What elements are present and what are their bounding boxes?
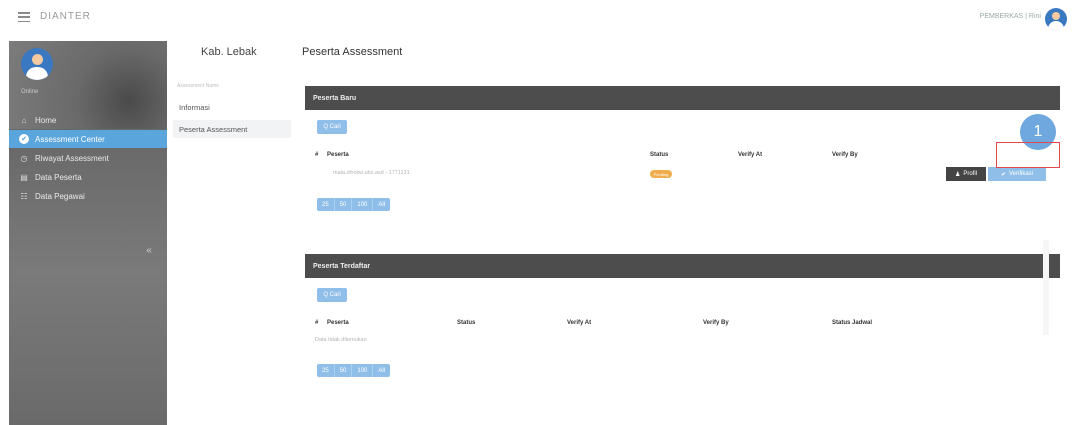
sidebar-item-label: Data Peserta — [35, 172, 82, 182]
page-size-100[interactable]: 100 — [352, 198, 374, 211]
top-bar: DIANTER PEMBERKAS | Rini — [0, 0, 1085, 36]
check-icon: ✔ — [19, 134, 29, 144]
page-size-all[interactable]: All — [373, 364, 390, 377]
panel-header: Peserta Terdaftar — [305, 254, 1060, 278]
verify-button[interactable]: ✔ Verifikasi — [988, 167, 1046, 181]
peserta-baru-panel: Peserta Baru Q Cari # Peserta Status Ver… — [305, 86, 1060, 226]
page-size-selector: 25 50 100 All — [317, 364, 391, 377]
menu-icon[interactable] — [18, 12, 30, 22]
brand-title: DIANTER — [40, 11, 91, 22]
avatar[interactable] — [1045, 8, 1067, 30]
subnav-hint: Assessment Name — [177, 83, 219, 89]
collapse-sidebar-button[interactable]: « — [139, 244, 159, 256]
status-badge: Pending — [650, 170, 672, 178]
profil-button-label: Profil — [963, 171, 978, 177]
col-status: Status — [457, 320, 476, 326]
subnav-title: Kab. Lebak — [201, 46, 257, 58]
page-size-100[interactable]: 100 — [352, 364, 374, 377]
sidebar-nav: ⌂ Home ✔ Assessment Center ◷ Riwayat Ass… — [9, 111, 167, 206]
page-title: Peserta Assessment — [302, 46, 403, 58]
sidebar-item-label: Riwayat Assessment — [35, 153, 109, 163]
sidebar-item-home[interactable]: ⌂ Home — [9, 111, 167, 129]
sidebar-item-label: Data Pegawai — [35, 191, 85, 201]
page-size-25[interactable]: 25 — [317, 198, 335, 211]
sidebar-item-riwayat-assessment[interactable]: ◷ Riwayat Assessment — [9, 149, 167, 167]
col-status-jadwal: Status Jadwal — [832, 320, 873, 326]
page-size-25[interactable]: 25 — [317, 364, 335, 377]
scrollbar[interactable] — [1043, 240, 1049, 335]
sidebar: Online ⌂ Home ✔ Assessment Center ◷ Riwa… — [9, 41, 167, 425]
check-circle-icon: ✔ — [1000, 171, 1006, 178]
online-status: Online — [21, 89, 39, 95]
col-status: Status — [650, 152, 669, 158]
user-icon: ♟ — [954, 171, 961, 178]
history-icon: ◷ — [20, 153, 28, 163]
page-size-selector: 25 50 100 All — [317, 198, 391, 211]
sidebar-item-data-pegawai[interactable]: ☷ Data Pegawai — [9, 187, 167, 205]
sidebar-avatar — [21, 48, 53, 80]
users-icon: ▤ — [20, 172, 28, 182]
empty-message: Data tidak ditemukan — [315, 337, 367, 343]
subnav-item-informasi[interactable]: Informasi — [173, 98, 291, 116]
col-no: # — [315, 152, 319, 158]
sidebar-item-assessment-center[interactable]: ✔ Assessment Center — [9, 130, 167, 148]
col-no: # — [315, 320, 319, 326]
profil-button[interactable]: ♟ Profil — [946, 167, 986, 181]
peserta-name: mala.ziholwi.ubs.asd - 1771131 — [333, 170, 410, 176]
page-size-50[interactable]: 50 — [335, 198, 353, 211]
page-size-all[interactable]: All — [373, 198, 390, 211]
col-verify-by: Verify By — [703, 320, 729, 326]
search-button[interactable]: Q Cari — [317, 120, 347, 134]
col-peserta: Peserta — [327, 320, 349, 326]
peserta-terdaftar-panel: Peserta Terdaftar Q Cari # Peserta Statu… — [305, 254, 1060, 394]
search-button[interactable]: Q Cari — [317, 288, 347, 302]
assessment-subnav: Kab. Lebak Assessment Name Informasi Pes… — [173, 41, 293, 425]
panel-header: Peserta Baru — [305, 86, 1060, 110]
sidebar-item-label: Assessment Center — [35, 134, 105, 144]
home-icon: ⌂ — [21, 115, 27, 125]
col-peserta: Peserta — [327, 152, 349, 158]
page-size-50[interactable]: 50 — [335, 364, 353, 377]
highlight-box — [996, 142, 1060, 168]
col-verify-by: Verify By — [832, 152, 858, 158]
subnav-item-peserta-assessment[interactable]: Peserta Assessment — [173, 120, 291, 138]
user-name[interactable]: PEMBERKAS | Rini — [980, 13, 1041, 20]
col-verify-at: Verify At — [738, 152, 763, 158]
sidebar-item-data-peserta[interactable]: ▤ Data Peserta — [9, 168, 167, 186]
verify-button-label: Verifikasi — [1009, 171, 1034, 177]
col-verify-at: Verify At — [567, 320, 592, 326]
sidebar-item-label: Home — [35, 115, 57, 125]
employees-icon: ☷ — [20, 191, 28, 201]
